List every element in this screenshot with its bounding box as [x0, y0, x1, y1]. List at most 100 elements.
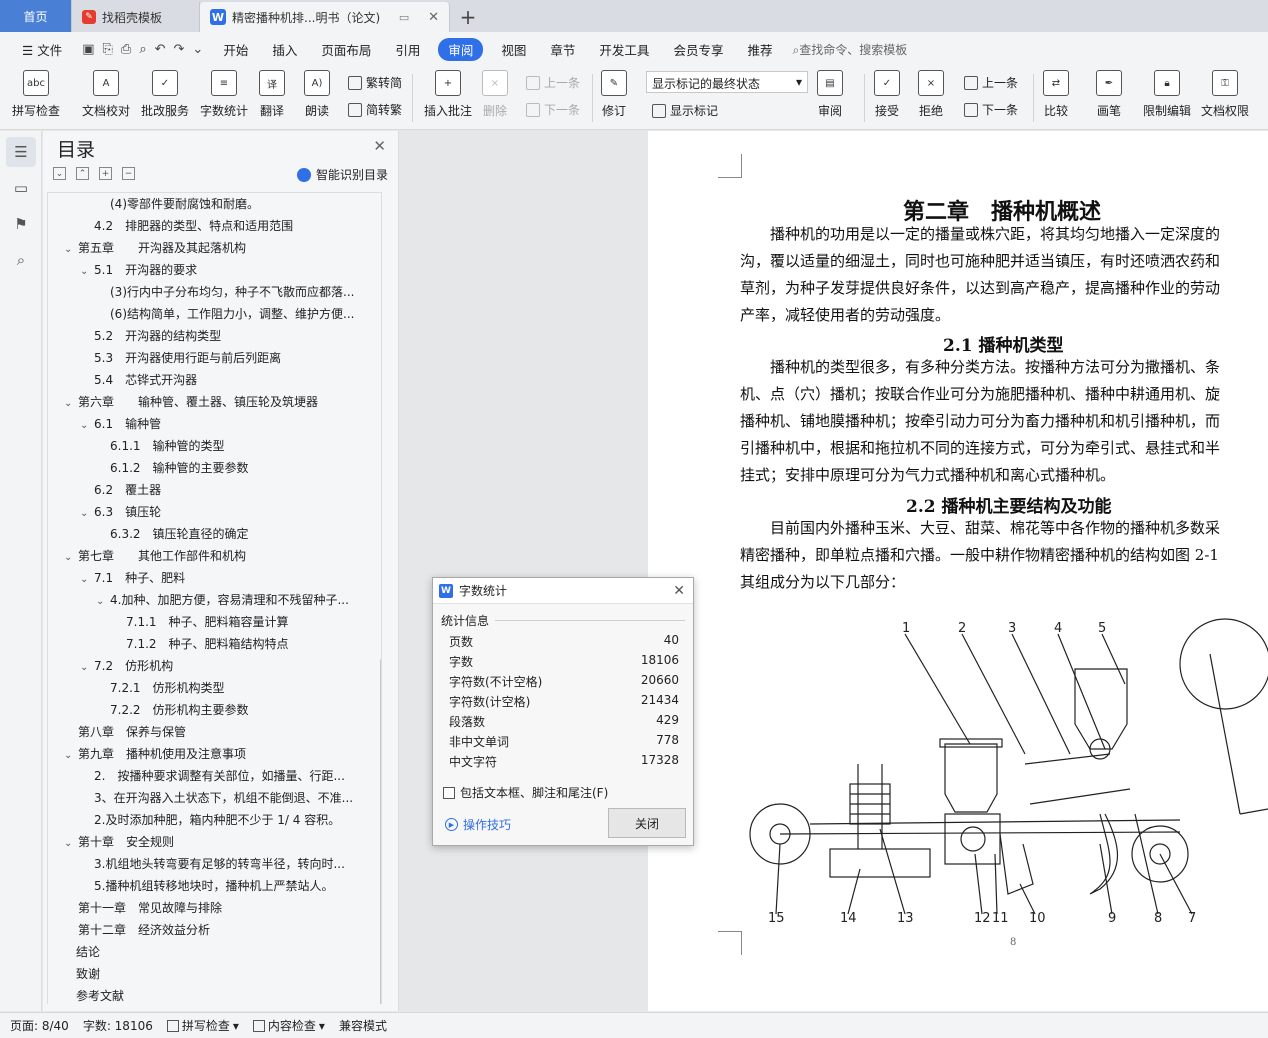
toc-item[interactable]: ⌄ 第六章 输种管、覆土器、镇压轮及筑埂器	[64, 391, 318, 413]
close-icon[interactable]: ✕	[373, 137, 386, 155]
toc-item[interactable]: ⌄ 6.3 镇压轮	[80, 501, 161, 523]
track-changes-button[interactable]: ✎ 修订	[601, 70, 627, 119]
toc-item[interactable]: 第十一章 常见故障与排除	[78, 897, 222, 919]
toc-item[interactable]: (3)行内中子分布均匀，种子不飞散而应都落...	[110, 281, 354, 303]
chevron-down-icon[interactable]: ⌄	[64, 547, 78, 567]
chevron-down-icon[interactable]: ⌄	[80, 261, 94, 281]
chevron-down-icon[interactable]: ⌄	[64, 239, 78, 259]
next-comment-button[interactable]: 下一条	[526, 101, 580, 118]
toc-item[interactable]: 6.3.2 镇压轮直径的确定	[110, 523, 249, 545]
toc-item[interactable]: 7.2.2 仿形机构主要参数	[110, 699, 249, 721]
insert-comment-button[interactable]: + 插入批注	[424, 70, 472, 119]
toc-item[interactable]: ⌄ 第七章 其他工作部件和机构	[64, 545, 246, 567]
search-icon[interactable]: ⌕	[6, 245, 36, 275]
add-heading-icon[interactable]: +	[99, 167, 112, 180]
reject-button[interactable]: × 拒绝	[918, 70, 944, 119]
collapse-all-icon[interactable]: ⌄	[53, 167, 66, 180]
proofread-button[interactable]: A 文档校对	[82, 70, 130, 119]
menu-view[interactable]: 视图	[489, 40, 538, 59]
toc-item[interactable]: ⌄ 4.加种、加肥方便，容易清理和不残留种子...	[96, 589, 349, 611]
toc-item[interactable]: 5.4 芯铧式开沟器	[94, 369, 197, 391]
toc-item[interactable]: 2.及时添加种肥，箱内种肥不少于 1/ 4 容积。	[94, 809, 340, 831]
page-indicator[interactable]: 页面: 8/40	[10, 1017, 69, 1034]
chevron-down-icon[interactable]: ⌄	[64, 393, 78, 413]
toc-item[interactable]: 结论	[76, 941, 100, 963]
toc-item[interactable]: ⌄ 第九章 播种机使用及注意事项	[64, 743, 246, 765]
new-tab-icon[interactable]: +	[450, 2, 486, 32]
remove-heading-icon[interactable]: −	[122, 167, 135, 180]
chevron-down-icon[interactable]: ⌄	[80, 657, 94, 677]
toc-item[interactable]: ⌄ 5.1 开沟器的要求	[80, 259, 197, 281]
prev-change-button[interactable]: 上一条	[964, 74, 1018, 91]
chevron-down-icon[interactable]: ⌄	[96, 591, 110, 611]
toc-scrollbar[interactable]	[380, 658, 381, 1004]
toc-item[interactable]: 致谢	[76, 963, 100, 985]
menu-recommend[interactable]: 推荐	[735, 40, 784, 59]
toc-item[interactable]: 6.2 覆土器	[94, 479, 161, 501]
word-count-indicator[interactable]: 字数: 18106	[83, 1017, 153, 1034]
smart-toc-button[interactable]: 智能识别目录	[296, 166, 388, 183]
prev-comment-button[interactable]: 上一条	[526, 74, 580, 91]
toc-item[interactable]: 3、在开沟器入土状态下，机组不能倒退、不准...	[94, 787, 353, 809]
toc-item[interactable]: 6.1.2 输种管的主要参数	[110, 457, 249, 479]
command-search[interactable]: ⌕查找命令、搜索模板	[792, 41, 907, 58]
close-tab-icon[interactable]: ✕	[428, 10, 439, 25]
annotate-service-button[interactable]: ✓ 批改服务	[141, 70, 189, 119]
read-aloud-button[interactable]: A) 朗读	[304, 70, 330, 119]
spell-check-status[interactable]: 拼写检查 ▾	[166, 1017, 239, 1034]
chevron-down-icon[interactable]: ⌄	[80, 503, 94, 523]
outline-icon[interactable]: ▭	[6, 173, 36, 203]
word-count-button[interactable]: ≡ 字数统计	[200, 70, 248, 119]
review-pane-button[interactable]: ▤ 审阅	[817, 70, 843, 119]
toc-item[interactable]: ⌄ 6.1 输种管	[80, 413, 161, 435]
menu-review[interactable]: 审阅	[438, 37, 484, 61]
toc-item[interactable]: ⌄ 第五章 开沟器及其起落机构	[64, 237, 246, 259]
restrict-edit-button[interactable]: 🔒︎ 限制编辑	[1143, 70, 1191, 119]
translate-button[interactable]: 译翻译	[259, 70, 285, 119]
menu-file[interactable]: ☰ 文件	[10, 40, 74, 59]
chevron-down-icon[interactable]: ⌄	[80, 569, 94, 589]
chevron-down-icon[interactable]: ⌄	[80, 415, 94, 435]
more-icon[interactable]: ⌄	[192, 42, 203, 57]
document-page[interactable]: 第二章 播种机概述 播种机的功用是以一定的播量或株穴距，将其均匀地播入一定深度的…	[648, 131, 1268, 1011]
toc-item[interactable]: 参考文献	[76, 985, 124, 1004]
redo-icon[interactable]: ↷	[174, 42, 185, 57]
toc-item[interactable]: 第十二章 经济效益分析	[78, 919, 210, 941]
spell-check-button[interactable]: abc 拼写检查	[12, 70, 60, 119]
export-icon[interactable]: ⎘	[103, 42, 113, 57]
simplified-to-traditional-button[interactable]: 简转繁	[348, 101, 402, 118]
markup-state-select[interactable]: 显示标记的最终状态 ▾	[646, 71, 808, 93]
chevron-down-icon[interactable]: ⌄	[64, 833, 78, 853]
bookmark-icon[interactable]: ⚑	[6, 209, 36, 239]
toc-item[interactable]: 7.1.2 种子、肥料箱结构特点	[126, 633, 289, 655]
toc-item[interactable]: 7.1.1 种子、肥料箱容量计算	[126, 611, 289, 633]
tab-document[interactable]: W 精密播种机排...明书（论文) ▭ ✕	[200, 2, 450, 32]
toc-item[interactable]: ⌄ 7.2 仿形机构	[80, 655, 173, 677]
menu-devtools[interactable]: 开发工具	[587, 40, 661, 59]
delete-comment-button[interactable]: × 删除	[482, 70, 508, 119]
toc-item[interactable]: 4.2 排肥器的类型、特点和适用范围	[94, 215, 293, 237]
include-textbox-checkbox[interactable]: 包括文本框、脚注和尾注(F)	[443, 784, 608, 801]
toc-item[interactable]: (6)结构简单，工作阻力小，调整、维护方便...	[110, 303, 354, 325]
preview-icon[interactable]: ⌕	[139, 42, 146, 57]
toc-item[interactable]: 6.1.1 输种管的类型	[110, 435, 225, 457]
compare-button[interactable]: ⇄ 比较	[1043, 70, 1069, 119]
toc-item[interactable]: 2. 按播种要求调整有关部位，如播量、行距...	[94, 765, 345, 787]
pin-icon[interactable]: ▭	[399, 11, 409, 24]
toc-icon[interactable]: ☰	[6, 137, 36, 167]
toc-item[interactable]: (4)零部件要耐腐蚀和耐磨。	[110, 193, 259, 215]
traditional-to-simplified-button[interactable]: 繁转简	[348, 74, 402, 91]
accept-button[interactable]: ✓ 接受	[874, 70, 900, 119]
doc-permission-button[interactable]: ⚿ 文档权限	[1201, 70, 1249, 119]
save-icon[interactable]: ▣	[82, 42, 94, 57]
expand-all-icon[interactable]: ⌃	[76, 167, 89, 180]
next-change-button[interactable]: 下一条	[964, 101, 1018, 118]
close-button[interactable]: 关闭	[608, 808, 686, 838]
toc-item[interactable]: 5.2 开沟器的结构类型	[94, 325, 221, 347]
toc-item[interactable]: 3.机组地头转弯要有足够的转弯半径，转向时...	[94, 853, 345, 875]
tab-template[interactable]: ✎ 找稻壳模板	[72, 2, 200, 32]
dialog-titlebar[interactable]: W 字数统计 ✕	[433, 578, 693, 604]
toc-item[interactable]: ⌄ 第十章 安全规则	[64, 831, 174, 853]
menu-start[interactable]: 开始	[211, 40, 260, 59]
toc-item[interactable]: 5.3 开沟器使用行距与前后列距离	[94, 347, 281, 369]
